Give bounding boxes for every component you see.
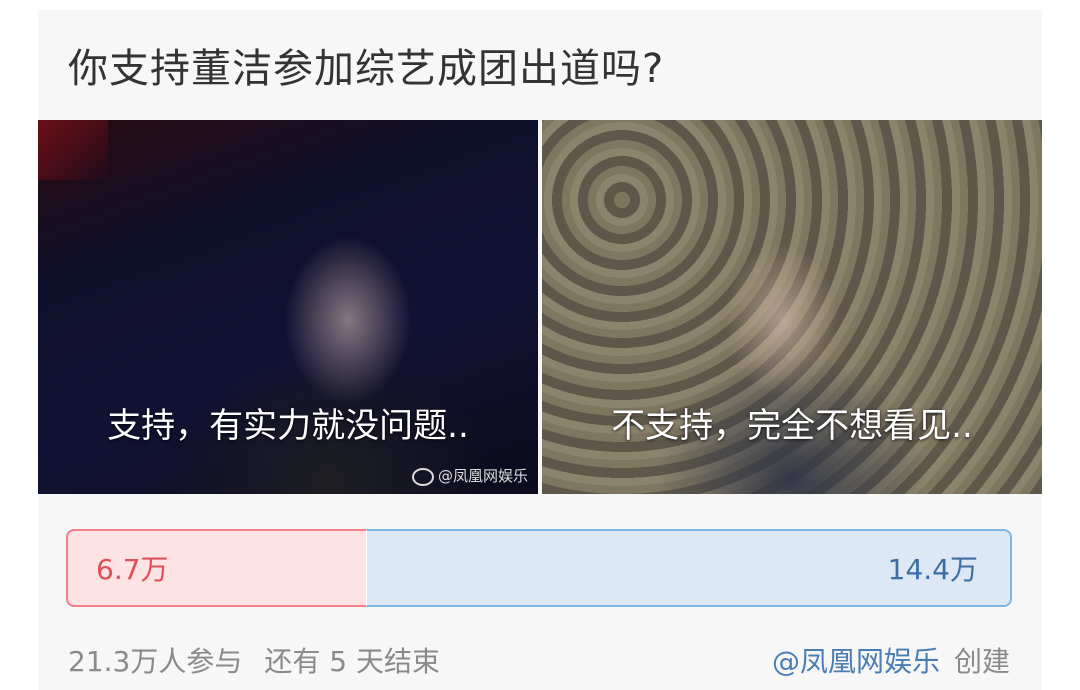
- author-link[interactable]: @凤凰网娱乐: [772, 645, 940, 678]
- option-oppose-image[interactable]: 不支持，完全不想看见..: [542, 120, 1042, 494]
- option-oppose-label: 不支持，完全不想看见..: [611, 406, 973, 446]
- option-support-image[interactable]: 支持，有实力就没问题.. @凤凰网娱乐: [38, 120, 538, 494]
- participants-count: 21.3万人参与: [68, 645, 243, 678]
- option-support-label: 支持，有实力就没问题..: [107, 406, 469, 446]
- poll-creator: @凤凰网娱乐 创建: [772, 640, 1010, 680]
- oppose-count: 14.4万: [366, 529, 1012, 607]
- support-count: 6.7万: [66, 529, 367, 607]
- weibo-icon: [411, 467, 434, 486]
- created-label: 创建: [953, 645, 1010, 678]
- vote-result-bar: 6.7万 14.4万: [66, 529, 1012, 607]
- poll-title: 你支持董洁参加综艺成团出道吗?: [68, 46, 665, 92]
- poll-stats: 21.3万人参与 还有 5 天结束: [68, 640, 440, 680]
- time-remaining: 还有 5 天结束: [264, 645, 440, 678]
- watermark: @凤凰网娱乐: [411, 465, 528, 486]
